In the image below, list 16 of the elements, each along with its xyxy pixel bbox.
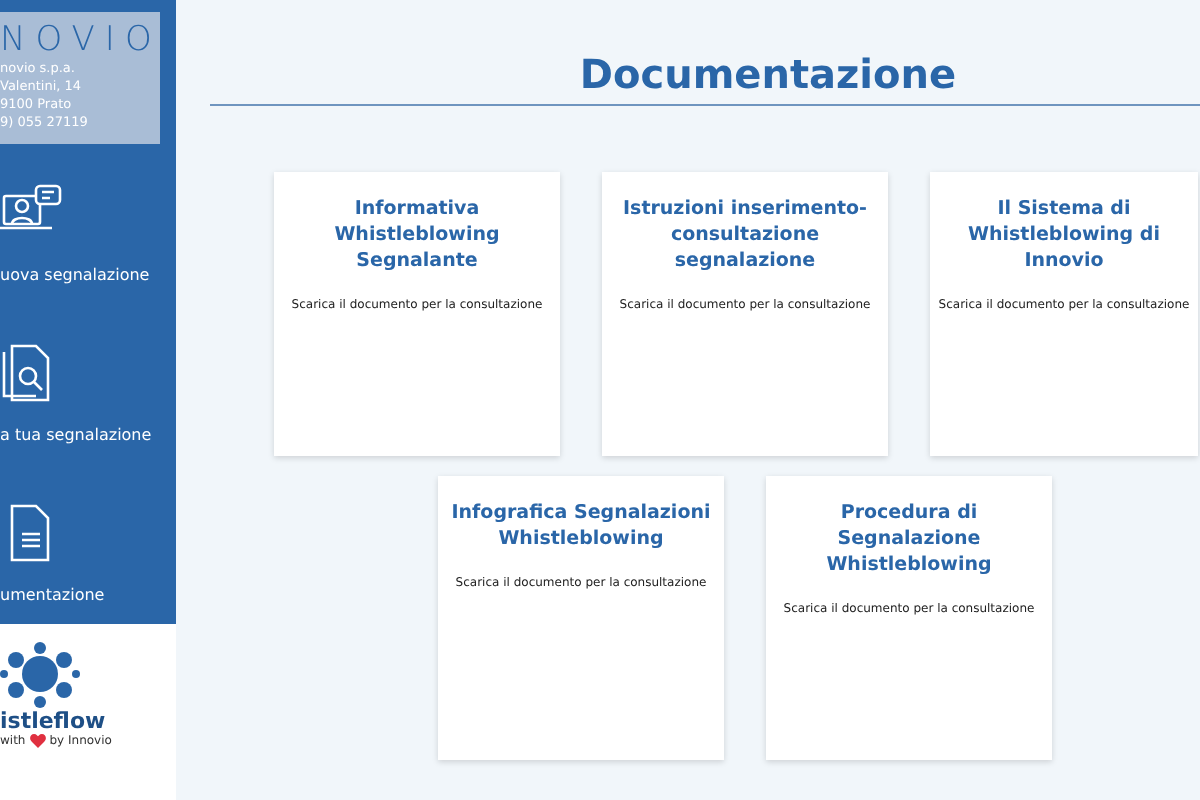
card-title: Informativa Whistleblowing Segnalante <box>332 196 502 274</box>
nav-item[interactable]: uova segnalazione <box>0 144 176 304</box>
nav-label: a tua segnalazione <box>0 426 152 444</box>
nav-item[interactable]: umentazione <box>0 464 176 624</box>
page-title: Documentazione <box>577 48 959 100</box>
card-title: Istruzioni inserimento-consultazione segnalazione <box>621 196 869 274</box>
card-title: Il Sistema di Whistleblowing di Innovio <box>966 196 1162 274</box>
nav-item[interactable]: a tua segnalazione <box>0 304 176 464</box>
heart-icon <box>29 734 46 748</box>
nav-label: uova segnalazione <box>0 266 150 284</box>
card-title: Procedura di Segnalazione Whistleblowing <box>824 500 994 578</box>
dots-logo-icon <box>0 640 80 708</box>
card-title: Infografica Segnalazioni Whistleblowing <box>449 500 713 552</box>
nav-label: umentazione <box>0 586 105 604</box>
brand-name: istleflow <box>0 708 106 734</box>
company-logo-text: NOVIO <box>0 20 156 60</box>
